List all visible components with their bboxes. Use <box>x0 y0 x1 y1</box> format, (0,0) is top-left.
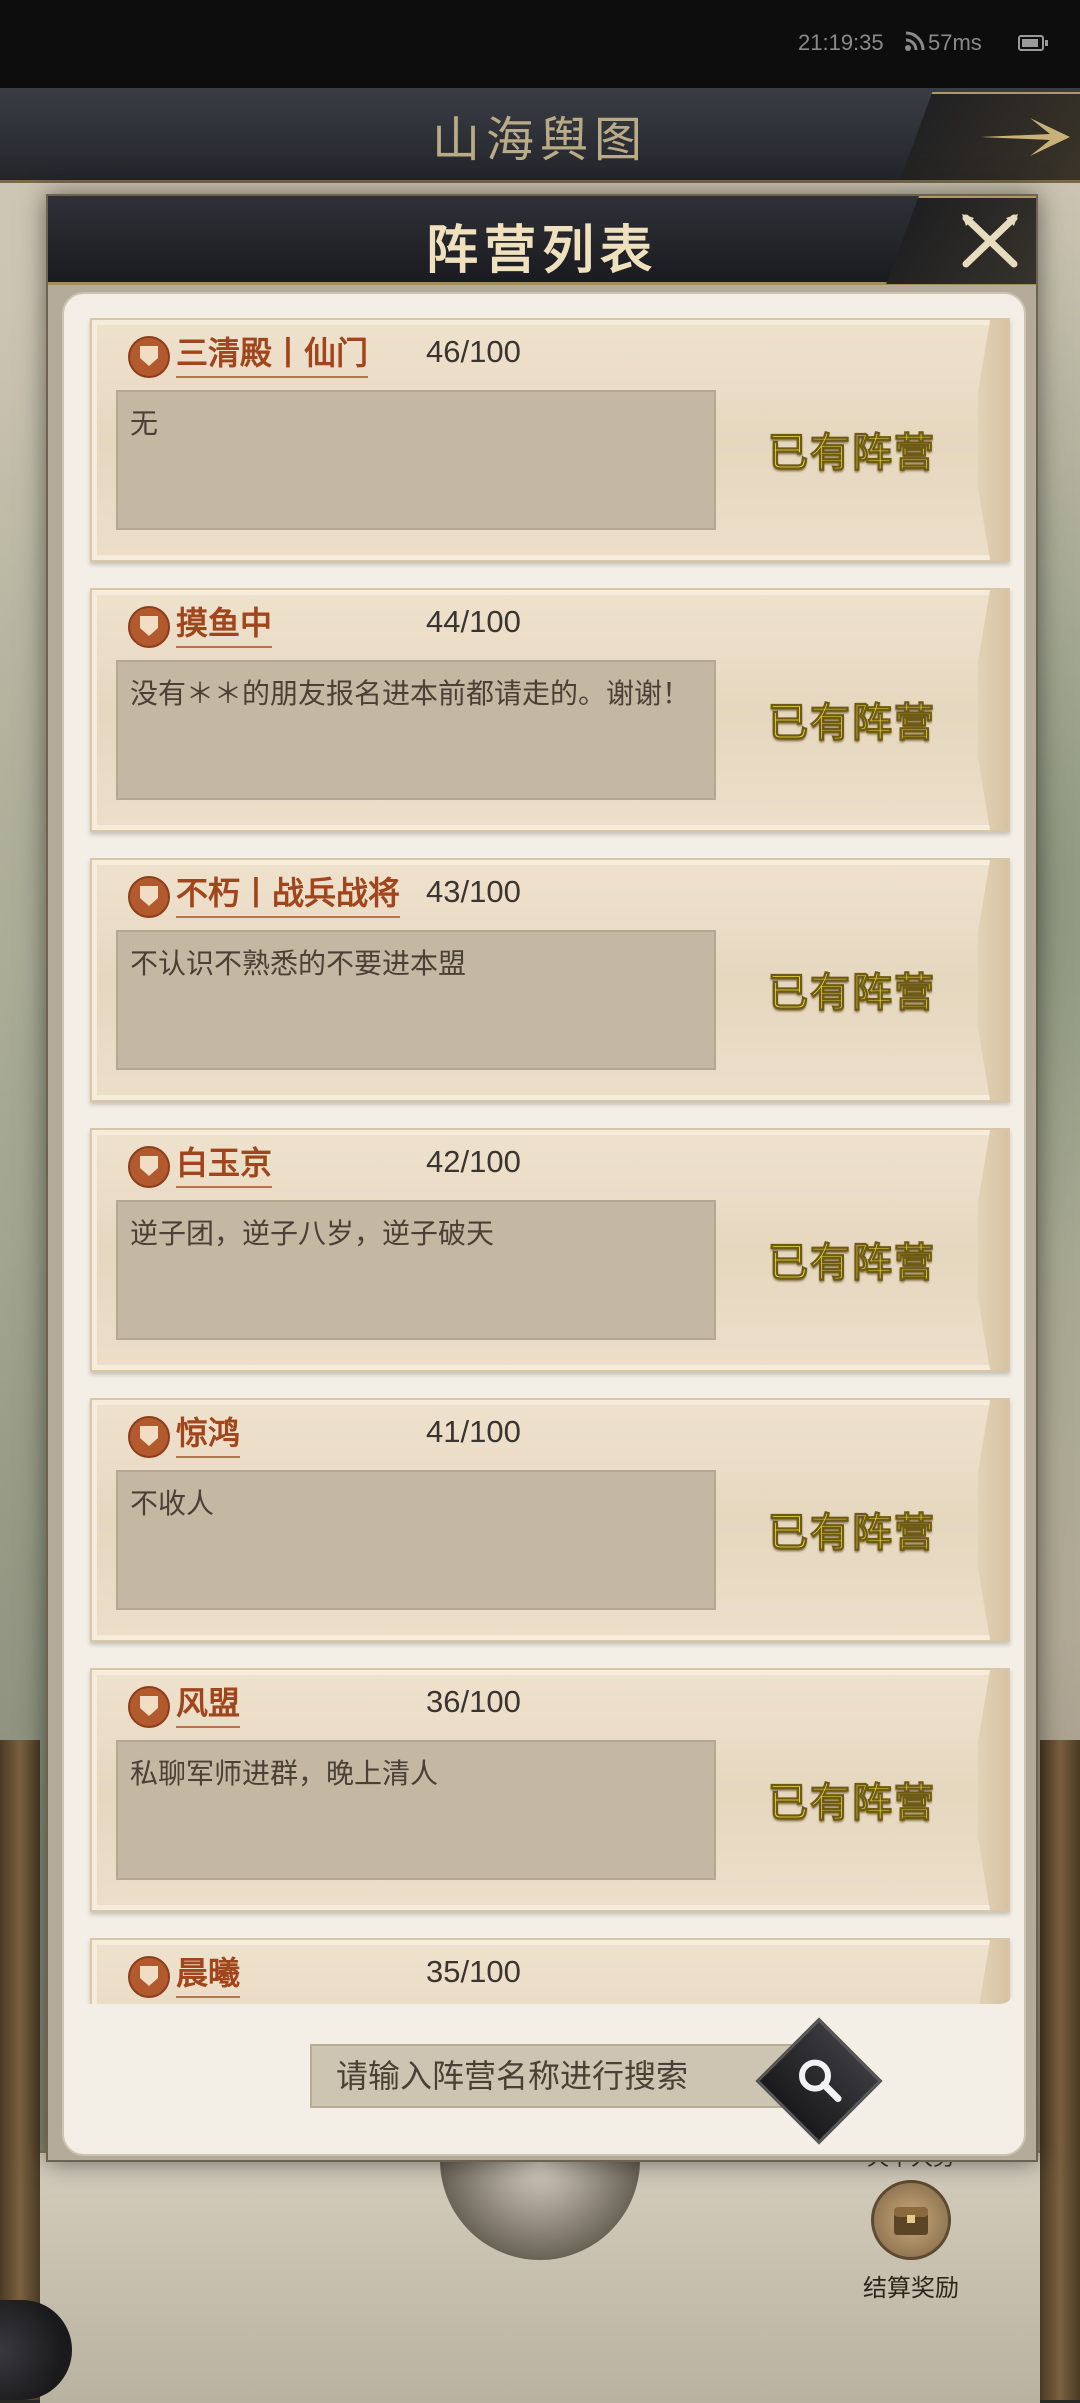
status-ping: 57ms <box>928 30 982 55</box>
card-tab <box>978 860 1008 1100</box>
camp-member-count: 42/100 <box>426 1144 521 1179</box>
search-input[interactable] <box>310 2044 830 2108</box>
search-bar <box>64 2014 1024 2154</box>
camp-status: 已有阵营 <box>768 1239 936 1287</box>
card-tab <box>978 320 1008 560</box>
camp-status: 已有阵营 <box>768 1509 936 1557</box>
camp-name: 不朽丨战兵战将 <box>176 868 401 918</box>
right-scroll-pillar <box>1040 1740 1080 2400</box>
camp-row[interactable]: 白玉京 42/100 逆子团，逆子八岁，逆子破天 已有阵营 <box>90 1128 1010 1372</box>
card-tab <box>978 1130 1008 1370</box>
status-time: 21:19:35 <box>798 30 884 55</box>
close-icon <box>962 214 1018 268</box>
shield-icon <box>128 336 170 378</box>
camp-description: 不收人 <box>116 1470 716 1610</box>
camp-name: 晨曦 <box>176 1948 241 1998</box>
camp-row[interactable]: 晨曦 35/100 <box>90 1938 1010 2004</box>
camp-row[interactable]: 三清殿丨仙门 46/100 无 已有阵营 <box>90 318 1010 562</box>
shield-icon <box>128 1146 170 1188</box>
camp-name: 摸鱼中 <box>176 598 273 648</box>
camp-member-count: 43/100 <box>426 874 521 909</box>
camp-status: 已有阵营 <box>768 969 936 1017</box>
camp-member-count: 36/100 <box>426 1684 521 1719</box>
arrow-right-icon <box>980 118 1070 156</box>
camp-member-count: 44/100 <box>426 604 521 639</box>
camp-member-count: 46/100 <box>426 334 521 369</box>
camp-description: 不认识不熟悉的不要进本盟 <box>116 930 716 1070</box>
camp-name: 白玉京 <box>176 1138 273 1188</box>
camp-description: 无 <box>116 390 716 530</box>
card-tab <box>978 1670 1008 1910</box>
card-tab <box>978 1940 1008 2004</box>
camp-name: 三清殿丨仙门 <box>176 328 369 378</box>
battery-icon <box>1018 35 1048 51</box>
camp-list[interactable]: 三清殿丨仙门 46/100 无 已有阵营 摸鱼中 44/100 没有＊＊的朋友报… <box>74 304 1014 2004</box>
camp-row[interactable]: 惊鸿 41/100 不收人 已有阵营 <box>90 1398 1010 1642</box>
camp-status: 已有阵营 <box>768 429 936 477</box>
status-bar: 21:19:35 57ms <box>0 0 1080 88</box>
dialog-header: 阵营列表 <box>48 196 1036 285</box>
camp-description: 逆子团，逆子八岁，逆子破天 <box>116 1200 716 1340</box>
shield-icon <box>128 1686 170 1728</box>
camp-row[interactable]: 摸鱼中 44/100 没有＊＊的朋友报名进本前都请走的。谢谢！ 已有阵营 <box>90 588 1010 832</box>
reward-label: 结算奖励 <box>863 2274 959 2302</box>
camp-row[interactable]: 不朽丨战兵战将 43/100 不认识不熟悉的不要进本盟 已有阵营 <box>90 858 1010 1102</box>
camp-member-count: 35/100 <box>426 1954 521 1989</box>
camp-name: 惊鸿 <box>176 1408 241 1458</box>
camp-description: 没有＊＊的朋友报名进本前都请走的。谢谢！ <box>116 660 716 800</box>
camp-member-count: 41/100 <box>426 1414 521 1449</box>
dialog-title: 阵营列表 <box>425 220 658 281</box>
search-button[interactable] <box>755 2017 883 2145</box>
camp-row[interactable]: 风盟 36/100 私聊军师进群，晚上清人 已有阵营 <box>90 1668 1010 1912</box>
search-icon <box>799 2059 842 2103</box>
settlement-reward[interactable]: 天下大势 结算奖励 <box>846 2140 976 2303</box>
camp-name: 风盟 <box>176 1678 241 1728</box>
camp-description: 私聊军师进群，晚上清人 <box>116 1740 716 1880</box>
card-tab <box>978 1400 1008 1640</box>
camp-list-panel: 三清殿丨仙门 46/100 无 已有阵营 摸鱼中 44/100 没有＊＊的朋友报… <box>62 292 1026 2156</box>
camp-status: 已有阵营 <box>768 699 936 747</box>
signal-icon <box>905 31 925 51</box>
camp-list-dialog: 阵营列表 三清殿丨仙门 46/100 无 已有阵营 摸鱼中 44/100 没有＊… <box>46 194 1038 2162</box>
treasure-chest-icon <box>871 2180 951 2260</box>
camp-status: 已有阵营 <box>768 1779 936 1827</box>
card-tab <box>978 590 1008 830</box>
shield-icon <box>128 876 170 918</box>
shield-icon <box>128 1956 170 1998</box>
shield-icon <box>128 1416 170 1458</box>
shield-icon <box>128 606 170 648</box>
